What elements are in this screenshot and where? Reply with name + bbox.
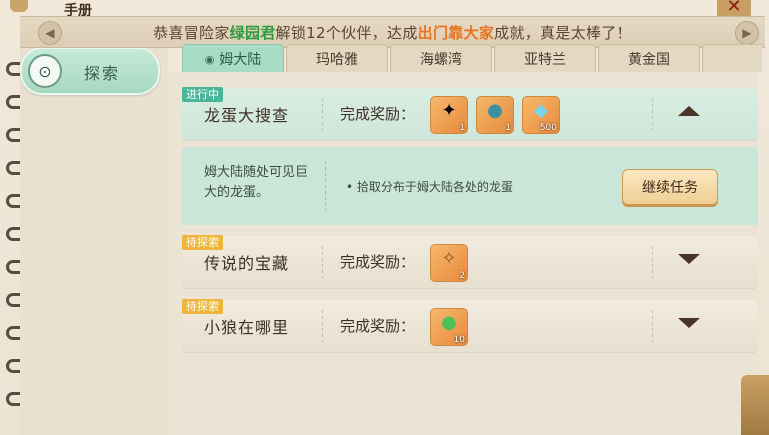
banner-prefix: 恭喜冒险家 (153, 23, 230, 42)
task-row[interactable]: 待探索 传说的宝藏 完成奖励： ✧ 2 (182, 235, 758, 288)
divider (322, 310, 323, 342)
banner-middle: 解锁12个伙伴，达成 (275, 23, 418, 42)
task-title: 小狼在哪里 (204, 318, 290, 337)
status-badge: 待探索 (182, 235, 223, 250)
explore-label: 探索 (84, 64, 121, 83)
item-qty: 1 (505, 123, 511, 133)
tab-el-dorado[interactable]: 黄金国 (598, 44, 700, 72)
firework-icon[interactable]: ✦ 1 (430, 96, 468, 134)
continue-task-button[interactable]: 继续任务 (622, 169, 718, 205)
treasure-map-icon[interactable]: ✧ 2 (430, 244, 468, 282)
tab-active-icon: ◉ (204, 52, 215, 66)
banner-suffix: 成就，真是太棒了！ (494, 23, 632, 42)
diamond-icon[interactable]: ◆ 500 (522, 96, 560, 134)
item-qty: 2 (459, 271, 465, 281)
tab-label: 黄金国 (628, 52, 670, 68)
item-qty: 500 (539, 123, 557, 133)
item-glyph: ● (487, 100, 503, 121)
item-glyph: ✦ (441, 100, 457, 121)
left-panel (20, 46, 168, 435)
corner-decoration (741, 375, 769, 435)
banner-player-name: 绿园君 (229, 23, 276, 42)
task-description: 姆大陆随处可见巨大的龙蛋。 (204, 165, 309, 200)
tab-mu[interactable]: ◉ 姆大陆 (182, 44, 284, 72)
status-badge: 待探索 (182, 299, 223, 314)
divider (652, 310, 653, 342)
item-qty: 1 (459, 123, 465, 133)
task-detail-panel: 姆大陆随处可见巨大的龙蛋。 • 拾取分布于姆大陆各处的龙蛋 继续任务 (182, 147, 758, 225)
reward-label: 完成奖励： (340, 253, 416, 271)
tab-more[interactable] (702, 44, 762, 72)
task-goal: • 拾取分布于姆大陆各处的龙蛋 (346, 180, 513, 194)
divider (652, 98, 653, 130)
divider (322, 246, 323, 278)
banner-prev-icon[interactable]: ◀ (38, 21, 62, 45)
banner-achievement-name: 出门靠大家 (417, 23, 495, 42)
top-left-decoration (10, 0, 28, 12)
expand-arrow-icon[interactable] (678, 254, 700, 264)
divider (322, 98, 323, 130)
task-title: 龙蛋大搜查 (204, 106, 290, 125)
task-row[interactable]: 待探索 小狼在哪里 完成奖励： ● 10 (182, 299, 758, 352)
task-title: 传说的宝藏 (204, 254, 290, 273)
reward-label: 完成奖励： (340, 317, 416, 335)
tab-conch-bay[interactable]: 海螺湾 (390, 44, 492, 72)
item-glyph: ◆ (534, 100, 548, 121)
tab-label: 姆大陆 (219, 52, 262, 68)
banner-next-icon[interactable]: ▶ (735, 21, 759, 45)
compass-icon: ⊙ (28, 54, 62, 88)
tab-atlan[interactable]: 亚特兰 (494, 44, 596, 72)
tab-label: 海螺湾 (420, 52, 462, 68)
collapse-arrow-icon[interactable] (678, 106, 700, 116)
handbook-page: 手册 ✕ ⊙ 探索 ◀ 恭喜冒险家 绿园君 解锁12个伙伴，达成 出门靠大家 成… (0, 0, 769, 435)
green-gem-icon[interactable]: ● 10 (430, 308, 468, 346)
tab-mahaya[interactable]: 玛哈雅 (286, 44, 388, 72)
task-row[interactable]: 进行中 龙蛋大搜查 完成奖励： ✦ 1 ● 1 ◆ 500 (182, 87, 758, 140)
status-badge: 进行中 (182, 87, 223, 102)
region-tabs: ◉ 姆大陆 玛哈雅 海螺湾 亚特兰 黄金国 (182, 44, 762, 72)
item-qty: 10 (453, 335, 465, 345)
expand-arrow-icon[interactable] (678, 318, 700, 328)
dragon-egg-icon[interactable]: ● 1 (476, 96, 514, 134)
explore-button[interactable]: ⊙ 探索 (20, 47, 160, 95)
item-glyph: ✧ (441, 248, 457, 269)
item-glyph: ● (441, 312, 457, 333)
reward-label: 完成奖励： (340, 105, 416, 123)
tab-label: 亚特兰 (524, 52, 566, 68)
divider (652, 246, 653, 278)
tab-label: 玛哈雅 (316, 52, 358, 68)
divider (325, 161, 326, 211)
